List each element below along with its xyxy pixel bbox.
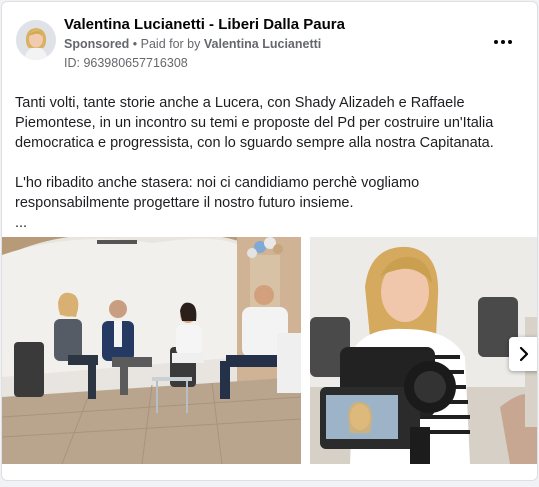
paid-for-prefix: • Paid for by (132, 37, 201, 51)
photo-meeting[interactable] (2, 237, 301, 464)
ad-card: Valentina Lucianetti - Liberi Dalla Paur… (1, 1, 538, 481)
more-horizontal-icon (494, 40, 498, 44)
page-name[interactable]: Valentina Lucianetti - Liberi Dalla Paur… (64, 16, 345, 33)
ad-id: ID: 963980657716308 (64, 56, 188, 70)
avatar[interactable] (16, 20, 56, 60)
sponsored-line: Sponsored • Paid for by Valentina Lucian… (64, 37, 321, 51)
sponsored-label: Sponsored (64, 37, 130, 51)
post-paragraph: L'ho ribadito anche stasera: noi ci cand… (15, 175, 420, 211)
more-dot (501, 40, 505, 44)
meeting-photo (2, 237, 301, 464)
interview-photo (310, 237, 537, 464)
post-text: Tanti volti, tante storie anche a Lucera… (15, 93, 525, 233)
photo-interview[interactable] (310, 237, 537, 464)
avatar-photo (16, 20, 56, 60)
carousel-next-button[interactable] (509, 337, 537, 371)
post-paragraph: Tanti volti, tante storie anche a Lucera… (15, 95, 494, 151)
see-more-ellipsis[interactable]: ... (15, 213, 525, 233)
paid-for-name[interactable]: Valentina Lucianetti (204, 37, 321, 51)
more-options-button[interactable] (489, 32, 517, 52)
more-dot (508, 40, 512, 44)
chevron-right-icon (519, 346, 529, 362)
